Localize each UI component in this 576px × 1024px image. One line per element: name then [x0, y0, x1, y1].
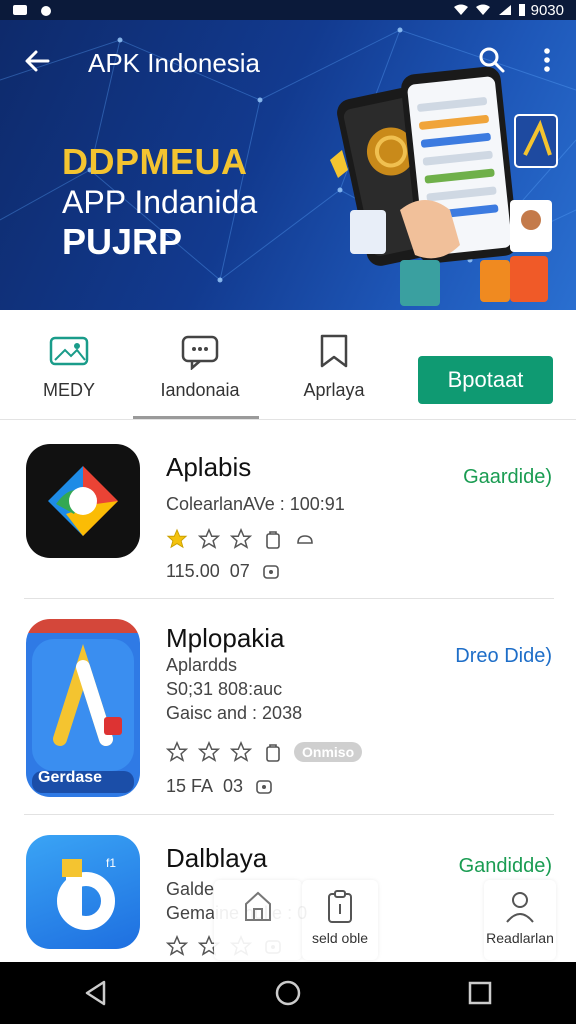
app-meta: Galde	[166, 879, 215, 899]
chat-icon	[181, 335, 219, 370]
app-logo-icon	[48, 466, 118, 536]
bag-icon	[266, 531, 280, 549]
tab-category-3[interactable]: Aprlaya	[269, 332, 399, 412]
phones-illustration	[330, 66, 558, 306]
app-icon-label: Gerdase	[38, 769, 103, 786]
bottom-card-label: seld oble	[311, 930, 369, 946]
price-row: 15 FA 03	[166, 775, 275, 797]
app-icon: f1	[26, 835, 140, 949]
list-item[interactable]: Gerdase Mplopakia Aplardds S0;31 808:auc…	[0, 599, 576, 814]
nav-home-icon[interactable]	[270, 975, 306, 1011]
active-tab-indicator	[133, 416, 259, 419]
battery-icon	[518, 4, 525, 16]
bottom-card-label: Readlarlan	[486, 930, 554, 946]
bag-icon	[266, 744, 280, 762]
page-title: APK Indonesia	[88, 48, 261, 78]
back-arrow-icon[interactable]	[20, 44, 54, 78]
notification-icon	[13, 5, 27, 15]
app-count: 03	[223, 775, 244, 796]
bottom-card-home[interactable]	[214, 880, 302, 960]
star-filled-icon	[166, 528, 188, 549]
update-button[interactable]: Bpotaat	[418, 356, 553, 404]
nav-back-icon[interactable]	[78, 975, 114, 1011]
category-tabs: MEDY Iandonaia Aprlaya Bpotaat	[0, 310, 576, 420]
rating-row: Onmiso	[166, 741, 363, 763]
image-icon	[49, 336, 89, 366]
svg-text:f1: f1	[106, 856, 116, 870]
app-link[interactable]: Gandidde)	[459, 855, 552, 878]
app-meta: Aplardds	[166, 655, 238, 675]
wifi-icon	[453, 4, 468, 15]
app-meta: Gaisc and : 2038	[166, 703, 303, 723]
nav-recents-icon[interactable]	[462, 975, 498, 1011]
app-icon: Gerdase	[26, 619, 140, 797]
tab-category-1[interactable]: MEDY	[4, 332, 134, 412]
app-meta: S0;31 808:auc	[166, 679, 283, 699]
home-icon	[245, 891, 271, 921]
app-price: 15 FA	[166, 775, 214, 796]
promo-text: DDPMEUA APP Indanida PUJRP	[62, 142, 257, 262]
app-icon	[26, 444, 140, 558]
bottom-card-profile[interactable]: Readlarlan	[484, 880, 556, 960]
status-badge: Onmiso	[294, 742, 363, 762]
star-empty-icon	[198, 528, 220, 549]
app-count: 07	[229, 560, 250, 581]
bookmark-icon	[320, 334, 348, 368]
bag-icon	[256, 780, 272, 794]
star-empty-icon	[166, 741, 188, 762]
promo-line-3: PUJRP	[62, 221, 183, 262]
cloud-icon	[297, 535, 313, 544]
clipboard-icon	[328, 890, 352, 923]
tab-category-2[interactable]: Iandonaia	[135, 332, 265, 412]
android-icon	[41, 6, 51, 16]
price-row: 115.00 07	[166, 560, 282, 582]
app-name: Mplopakia	[166, 623, 285, 653]
app-name: Aplabis	[166, 452, 252, 482]
cell-signal-icon	[498, 5, 511, 15]
star-empty-icon	[198, 741, 220, 762]
star-empty-icon	[230, 528, 252, 549]
signal-icon	[475, 4, 490, 15]
promo-line-1: DDPMEUA	[62, 141, 248, 182]
app-name: Dalblaya	[166, 843, 268, 873]
system-nav-bar	[0, 962, 576, 1024]
app-link[interactable]: Gaardide)	[463, 466, 552, 489]
status-time: 9030	[530, 1, 564, 19]
tab-label: MEDY	[42, 380, 95, 400]
list-item[interactable]: Aplabis ColearlanAVe : 100:91 115.00 07 …	[0, 420, 576, 598]
tab-label: Aprlaya	[303, 380, 365, 400]
star-empty-icon	[166, 935, 188, 956]
status-bar: 9030	[0, 0, 576, 20]
app-meta: ColearlanAVe : 100:91	[166, 494, 345, 514]
star-empty-icon	[230, 741, 252, 762]
tab-label: Iandonaia	[160, 380, 240, 400]
app-price: 115.00	[166, 560, 220, 581]
app-logo-icon: f1	[57, 856, 116, 930]
promo-line-2: APP Indanida	[62, 184, 258, 220]
profile-icon	[506, 892, 534, 923]
bottom-card-clipboard[interactable]: seld oble	[302, 880, 378, 960]
app-link[interactable]: Dreo Dide)	[455, 645, 552, 668]
rating-row	[166, 528, 316, 550]
bag-icon	[262, 565, 279, 579]
hero-banner: APK Indonesia DDPMEUA APP Indanida PUJRP	[0, 20, 576, 310]
